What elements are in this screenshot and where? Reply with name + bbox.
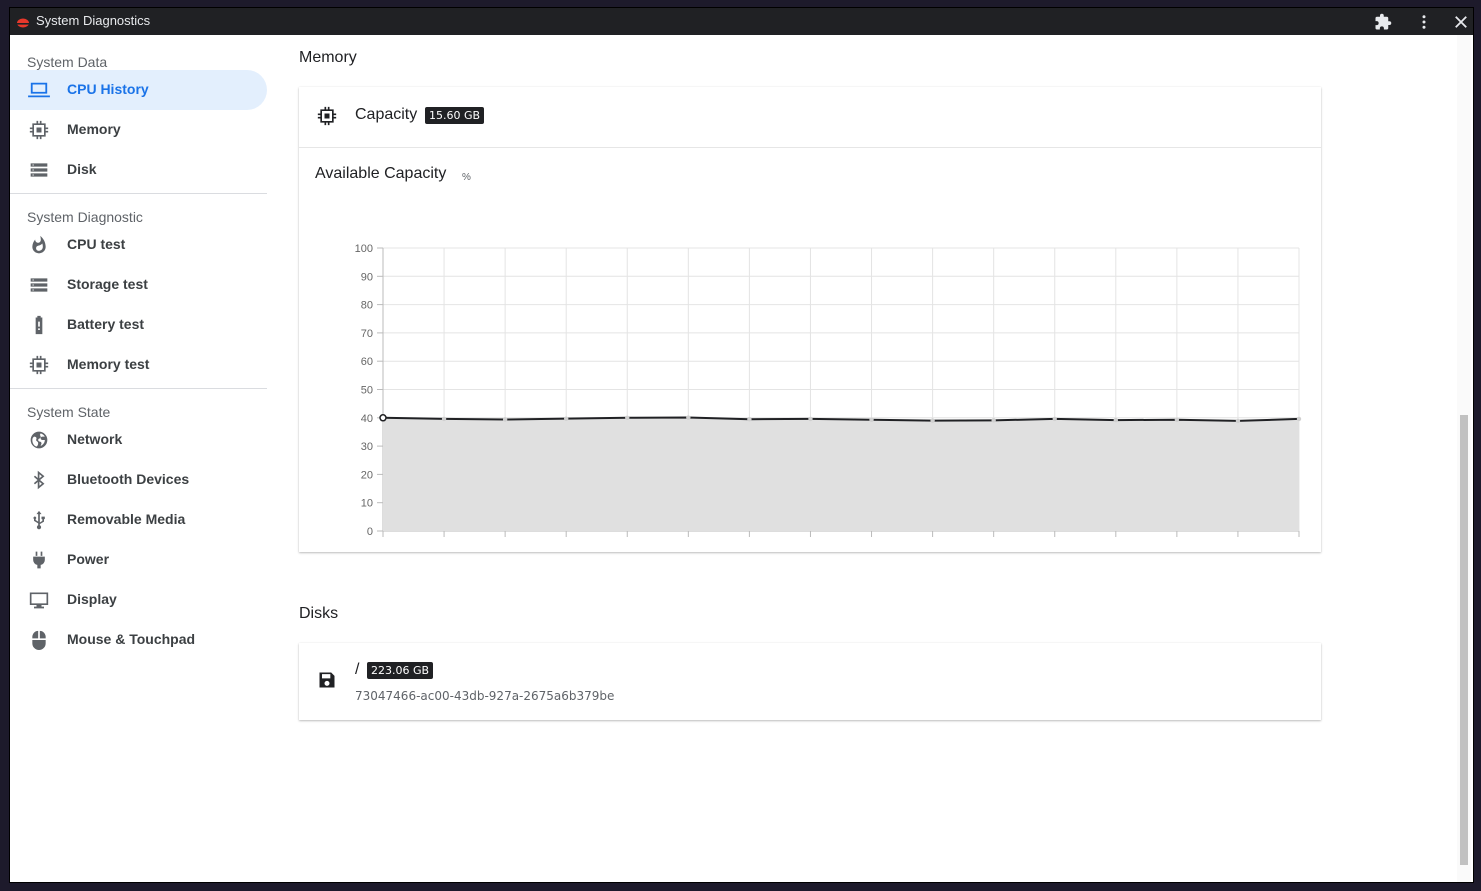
memory-card: Capacity 15.60 GB Available Capacity % 0… [299,87,1321,552]
section-title-system-state: System State [27,404,111,420]
more-vert-icon[interactable] [1415,13,1433,31]
sidebar-item-disk[interactable]: Disk [10,150,267,190]
save-icon [319,672,335,688]
data-point [625,415,630,420]
disk-size-badge: 223.06 GB [367,662,434,679]
capacity-badge: 15.60 GB [425,107,485,124]
extensions-icon[interactable] [1374,13,1392,31]
disk-uuid: 73047466-ac00-43db-927a-2675a6b379be [355,689,615,703]
section-title-system-data: System Data [27,54,108,70]
close-icon[interactable] [1452,13,1470,31]
chip-icon [29,355,49,375]
y-tick-label: 10 [361,498,373,510]
memory-heading: Memory [299,49,357,66]
sidebar-item-storage-test[interactable]: Storage test [10,265,267,305]
sidebar: System Data CPU History Memory Disk Syst… [10,35,267,882]
disk-card[interactable]: / 223.06 GB 73047466-ac00-43db-927a-2675… [299,643,1321,720]
y-tick-label: 60 [361,356,373,368]
sidebar-item-mouse-touchpad[interactable]: Mouse & Touchpad [10,620,267,660]
divider [10,193,267,194]
sidebar-item-label: Power [67,551,110,567]
app-window: System Diagnostics System Data CPU Histo… [10,8,1473,882]
title-bar: System Diagnostics [10,8,1473,35]
sidebar-item-label: Memory [67,121,121,137]
y-tick-label: 80 [361,300,373,312]
series-area [383,417,1299,531]
battery-icon [35,315,43,335]
capacity-row: Capacity 15.60 GB [299,87,1321,148]
chip-icon [29,120,49,140]
y-tick-label: 100 [355,243,373,255]
plug-icon [33,551,45,569]
y-tick-label: 0 [367,526,373,537]
sidebar-item-label: CPU test [67,236,126,252]
data-point [747,417,752,422]
disk-mount-point: / [355,661,360,678]
sidebar-item-label: Memory test [67,356,150,372]
section-title-system-diagnostic: System Diagnostic [27,209,143,225]
data-point [1113,417,1118,423]
app-logo-icon [17,18,29,28]
main-content: Memory Capacity 15.60 GB Available Capac… [299,35,1429,882]
usb-icon [33,510,45,530]
data-point [869,417,874,422]
divider [10,388,267,389]
sidebar-item-battery-test[interactable]: Battery test [10,305,267,345]
globe-icon [30,431,48,449]
sidebar-item-label: Network [67,431,123,447]
data-point [1235,418,1241,424]
sidebar-item-label: Storage test [67,276,148,292]
sidebar-item-label: Removable Media [67,511,186,527]
data-point [1296,416,1302,422]
sidebar-item-cpu-test[interactable]: CPU test [10,225,267,265]
flame-icon [32,235,46,254]
data-point [379,414,387,422]
y-tick-label: 50 [361,385,373,397]
available-capacity-chart: 010203040506070809010011:44:40 AM11:44:4… [355,243,1302,537]
storage-icon [30,163,48,177]
scrollbar[interactable] [1457,35,1471,882]
sidebar-item-memory[interactable]: Memory [10,110,267,150]
storage-icon [30,278,48,292]
sidebar-item-memory-test[interactable]: Memory test [10,345,267,385]
sidebar-item-cpu-history[interactable]: CPU History [10,70,267,110]
chip-icon [317,106,337,126]
y-tick-label: 20 [361,469,373,481]
scrollbar-thumb[interactable] [1460,415,1468,865]
data-point [441,416,447,422]
sidebar-item-display[interactable]: Display [10,580,267,620]
data-point [808,416,813,422]
chart-unit: % [462,172,471,183]
laptop-icon [28,82,50,98]
sidebar-item-power[interactable]: Power [10,540,267,580]
bluetooth-icon [33,470,45,490]
sidebar-item-bluetooth-devices[interactable]: Bluetooth Devices [10,460,267,500]
y-tick-label: 40 [361,413,373,425]
sidebar-item-label: Display [67,591,117,607]
data-point [564,416,569,421]
mouse-icon [32,630,46,650]
disks-heading: Disks [299,605,339,622]
sidebar-item-network[interactable]: Network [10,420,267,460]
data-point [1052,416,1057,422]
capacity-label: Capacity [355,106,418,123]
chart-title: Available Capacity [315,165,447,182]
data-point [930,418,935,423]
sidebar-item-removable-media[interactable]: Removable Media [10,500,267,540]
data-point [686,415,691,420]
sidebar-item-label: Bluetooth Devices [67,471,190,487]
sidebar-item-label: Battery test [67,316,145,332]
y-tick-label: 70 [361,328,373,340]
y-tick-label: 90 [361,271,373,283]
data-point [1174,417,1180,422]
data-point [991,418,996,423]
monitor-icon [29,592,49,609]
data-point [502,417,508,422]
window-title: System Diagnostics [36,13,151,28]
y-tick-label: 30 [361,441,373,453]
sidebar-item-label: Mouse & Touchpad [67,631,196,647]
sidebar-item-label: CPU History [67,81,149,97]
sidebar-item-label: Disk [67,161,97,177]
